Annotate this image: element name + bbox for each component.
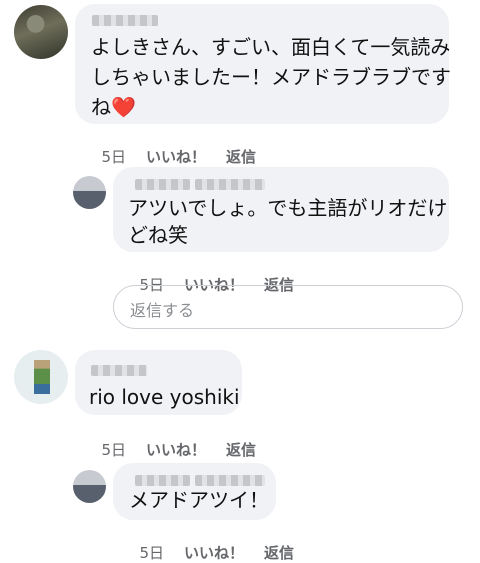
comment-date: 5日 xyxy=(101,441,126,459)
like-button[interactable]: いいね！ xyxy=(146,148,206,166)
avatar[interactable] xyxy=(14,5,68,59)
commenter-name-blurred[interactable] xyxy=(195,179,265,190)
comment-actions: 5日 いいね！ 返信 xyxy=(91,128,276,167)
avatar[interactable] xyxy=(73,470,106,503)
reply-button[interactable]: 返信 xyxy=(264,544,294,562)
reply-button[interactable]: 返信 xyxy=(226,148,256,166)
comment-actions: 5日 いいね！ 返信 xyxy=(91,421,276,460)
commenter-name-blurred[interactable] xyxy=(92,15,158,26)
reply-input[interactable]: 返信する xyxy=(113,285,463,329)
avatar[interactable] xyxy=(73,176,106,209)
comment-actions: 5日 いいね！ 返信 xyxy=(129,524,314,563)
reply-button[interactable]: 返信 xyxy=(226,441,256,459)
commenter-name-blurred[interactable] xyxy=(91,365,147,376)
comment-bubble: rio love yoshiki xyxy=(75,350,242,415)
comment-text-line: アツいでしょ。でも主語がリオだけ xyxy=(128,196,448,220)
comment-date: 5日 xyxy=(139,544,164,562)
comment-text-line: メアドアツイ！ xyxy=(129,488,269,512)
comment-text-line: rio love yoshiki xyxy=(89,385,240,409)
comment-bubble: アツいでしょ。でも主語がリオだけ どね笑 xyxy=(113,167,449,252)
heart-emoji-icon: ❤️ xyxy=(111,95,136,119)
avatar[interactable] xyxy=(14,350,68,404)
comment-text-line: よしきさん、すごい、面白くて一気読み xyxy=(91,35,451,59)
comment-date: 5日 xyxy=(101,148,126,166)
comment-bubble: メアドアツイ！ xyxy=(113,463,276,520)
reply-input-placeholder: 返信する xyxy=(130,301,195,320)
comment-text-line: どね笑 xyxy=(128,223,188,247)
comment-text-line: ね❤️ xyxy=(91,92,136,122)
commenter-name-blurred[interactable] xyxy=(135,179,190,190)
like-button[interactable]: いいね！ xyxy=(146,441,206,459)
comment-bubble: よしきさん、すごい、面白くて一気読み しちゃいましたー！メアドラブラブです ね❤… xyxy=(75,4,451,124)
like-button[interactable]: いいね！ xyxy=(184,544,244,562)
comment-text-line: しちゃいましたー！メアドラブラブです xyxy=(91,65,451,89)
